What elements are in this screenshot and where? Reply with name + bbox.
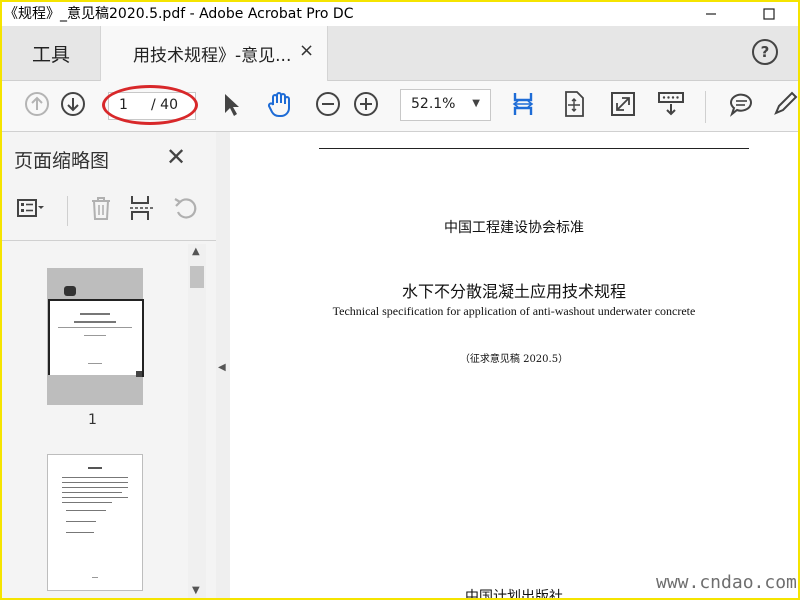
select-cursor-icon[interactable]: [216, 89, 246, 119]
close-panel-icon[interactable]: ✕: [166, 143, 186, 171]
help-icon[interactable]: ?: [752, 39, 778, 65]
document-tab-label: 用技术规程》-意见...: [133, 46, 292, 66]
thumbnail-scrollbar[interactable]: ▲ ▼: [188, 244, 206, 598]
tab-row: 工具 用技术规程》-意见... × ?: [2, 26, 798, 81]
zoom-select[interactable]: 52.1% ▼: [400, 89, 491, 121]
highlight-annotation: [102, 85, 198, 125]
minimize-icon[interactable]: [688, 2, 734, 26]
next-page-icon[interactable]: [58, 89, 88, 119]
title-bar: 《规程》_意见稿2020.5.pdf - Adobe Acrobat Pro D…: [2, 2, 798, 26]
read-mode-icon[interactable]: [656, 89, 686, 119]
page-thumbnail[interactable]: [47, 454, 143, 591]
pen-icon[interactable]: [770, 89, 800, 119]
prev-page-icon[interactable]: [22, 89, 52, 119]
document-title-english: Technical specification for application …: [332, 304, 696, 318]
toolbar-divider: [705, 91, 706, 123]
scroll-up-icon[interactable]: ▲: [192, 246, 200, 257]
full-screen-icon[interactable]: [608, 89, 638, 119]
window-title: 《规程》_意见稿2020.5.pdf - Adobe Acrobat Pro D…: [4, 6, 354, 22]
panel-toolbar: [2, 182, 216, 241]
panel-title: 页面缩略图: [14, 150, 110, 172]
chevron-down-icon: ▼: [472, 98, 480, 109]
scroll-mode-icon[interactable]: [508, 89, 538, 119]
standard-org-heading: 中国工程建设协会标准: [444, 220, 584, 236]
scroll-thumb[interactable]: [190, 266, 204, 288]
maximize-icon[interactable]: [746, 2, 792, 26]
tab-tools[interactable]: 工具: [2, 26, 100, 80]
main-toolbar: 1 / 40 52.1% ▼: [2, 81, 798, 132]
tab-document[interactable]: 用技术规程》-意见... ×: [100, 26, 328, 81]
zoom-out-icon[interactable]: [313, 89, 343, 119]
document-title: 水下不分散混凝土应用技术规程: [401, 282, 626, 301]
scroll-down-icon[interactable]: ▼: [192, 585, 200, 596]
thumbnail-list: 1: [2, 242, 188, 598]
hand-tool-icon[interactable]: [264, 89, 294, 119]
document-view[interactable]: 中国工程建设协会标准 水下不分散混凝土应用技术规程 Technical spec…: [230, 132, 798, 598]
collapse-arrow-icon[interactable]: ◀: [218, 362, 226, 373]
page-thumbnail[interactable]: [47, 268, 144, 405]
thumbnail-options-icon[interactable]: [16, 194, 44, 222]
panel-collapse-strip[interactable]: ◀: [216, 132, 230, 598]
trash-icon[interactable]: [87, 194, 115, 222]
draft-note: （征求意见稿 2020.5）: [459, 354, 569, 365]
app-window: 《规程》_意见稿2020.5.pdf - Adobe Acrobat Pro D…: [0, 0, 800, 600]
insert-page-icon[interactable]: [128, 194, 156, 222]
thumbnail-panel: 页面缩略图 ✕ 1 ▲ ▼: [2, 132, 217, 598]
panel-divider: [67, 196, 68, 226]
watermark: www.cndao.com: [656, 572, 797, 593]
close-tab-icon[interactable]: ×: [299, 40, 314, 61]
comment-icon[interactable]: [726, 89, 756, 119]
zoom-value: 52.1%: [411, 96, 456, 112]
zoom-in-icon[interactable]: [351, 89, 381, 119]
fit-page-icon[interactable]: [559, 89, 589, 119]
undo-icon[interactable]: [170, 194, 198, 222]
thumbnail-page-number: 1: [88, 412, 97, 428]
header-rule: [319, 148, 749, 149]
